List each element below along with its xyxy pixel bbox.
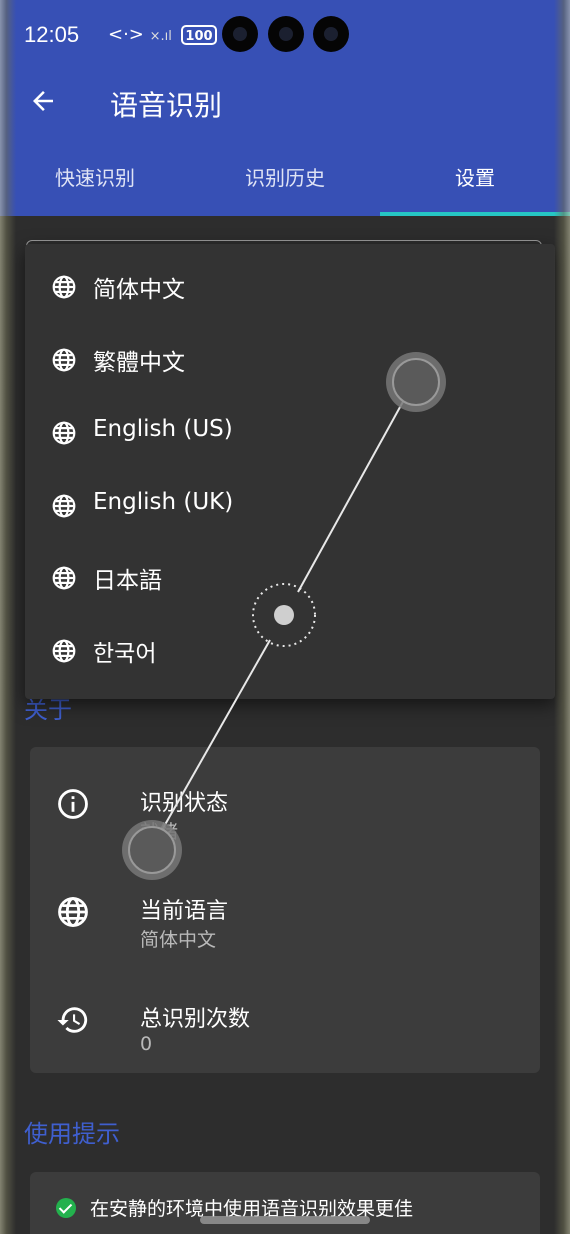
device-bezel-right [554, 0, 570, 1234]
globe-icon [52, 494, 76, 518]
history-icon [57, 1007, 88, 1033]
camera-cutout [313, 16, 349, 52]
globe-icon [52, 275, 76, 299]
phone-screen: 12:05 <·> ×.ıl 100 语音识别 快速识别 识别历史 设置 关于 [0, 0, 570, 1234]
app-bar: 12:05 <·> ×.ıl 100 语音识别 快速识别 识别历史 设置 [0, 0, 570, 216]
menu-item-zh-hans[interactable]: 简体中文 [25, 252, 555, 324]
camera-cutout [268, 16, 304, 52]
status-time: 12:05 [24, 22, 80, 47]
device-bezel-left [0, 0, 16, 1234]
tab-bar: 快速识别 识别历史 设置 [0, 150, 570, 216]
data-transfer-icon: <·> [108, 24, 144, 45]
tab-quick-recognize[interactable]: 快速识别 [0, 150, 190, 216]
menu-item-label: 한국어 [93, 641, 157, 667]
menu-item-en-uk[interactable]: English (UK) [25, 471, 555, 543]
tab-settings[interactable]: 设置 [380, 150, 570, 216]
menu-item-label: English (UK) [93, 489, 234, 515]
about-status-value: 就绪 [140, 821, 179, 843]
home-indicator[interactable] [200, 1216, 370, 1224]
page-title: 语音识别 [110, 89, 223, 122]
globe-icon [52, 421, 76, 445]
tab-history[interactable]: 识别历史 [190, 150, 380, 216]
signal-icon: ×.ıl [149, 29, 172, 44]
globe-icon [52, 348, 76, 372]
menu-item-zh-hant[interactable]: 繁體中文 [25, 325, 555, 397]
about-count-value: 0 [140, 1033, 153, 1055]
menu-item-ko[interactable]: 한국어 [25, 616, 555, 688]
active-tab-indicator [380, 212, 570, 216]
about-row-count: 总识别次数 0 [30, 977, 540, 1077]
menu-item-label: 简体中文 [93, 277, 185, 303]
battery-icon: 100 [181, 25, 217, 45]
tips-section-heading: 使用提示 [24, 1120, 120, 1148]
status-bar: 12:05 <·> ×.ıl 100 [0, 0, 570, 70]
language-dropdown-menu: 简体中文 繁體中文 English (US) English (UK) 日本語 … [25, 244, 555, 699]
globe-icon [52, 639, 76, 663]
globe-icon [58, 897, 88, 927]
menu-item-ja[interactable]: 日本語 [25, 543, 555, 615]
about-language-title: 当前语言 [140, 899, 229, 924]
menu-item-label: English (US) [93, 416, 233, 442]
status-icons: <·> ×.ıl [108, 24, 172, 45]
back-arrow-icon[interactable] [28, 86, 58, 116]
menu-item-label: 日本語 [93, 568, 162, 594]
tips-card: 在安静的环境中使用语音识别效果更佳 [30, 1172, 540, 1234]
about-card: 识别状态 就绪 当前语言 简体中文 总识别次数 0 [30, 747, 540, 1073]
about-language-value: 简体中文 [140, 929, 217, 951]
menu-item-en-us[interactable]: English (US) [25, 398, 555, 470]
about-count-title: 总识别次数 [140, 1007, 251, 1032]
camera-cutout [222, 16, 258, 52]
check-circle-icon [56, 1198, 76, 1218]
globe-icon [52, 566, 76, 590]
info-icon [58, 789, 88, 819]
about-status-title: 识别状态 [140, 791, 229, 816]
about-row-status: 识别状态 就绪 [30, 761, 540, 861]
menu-item-label: 繁體中文 [93, 350, 185, 376]
about-row-language: 当前语言 简体中文 [30, 869, 540, 969]
